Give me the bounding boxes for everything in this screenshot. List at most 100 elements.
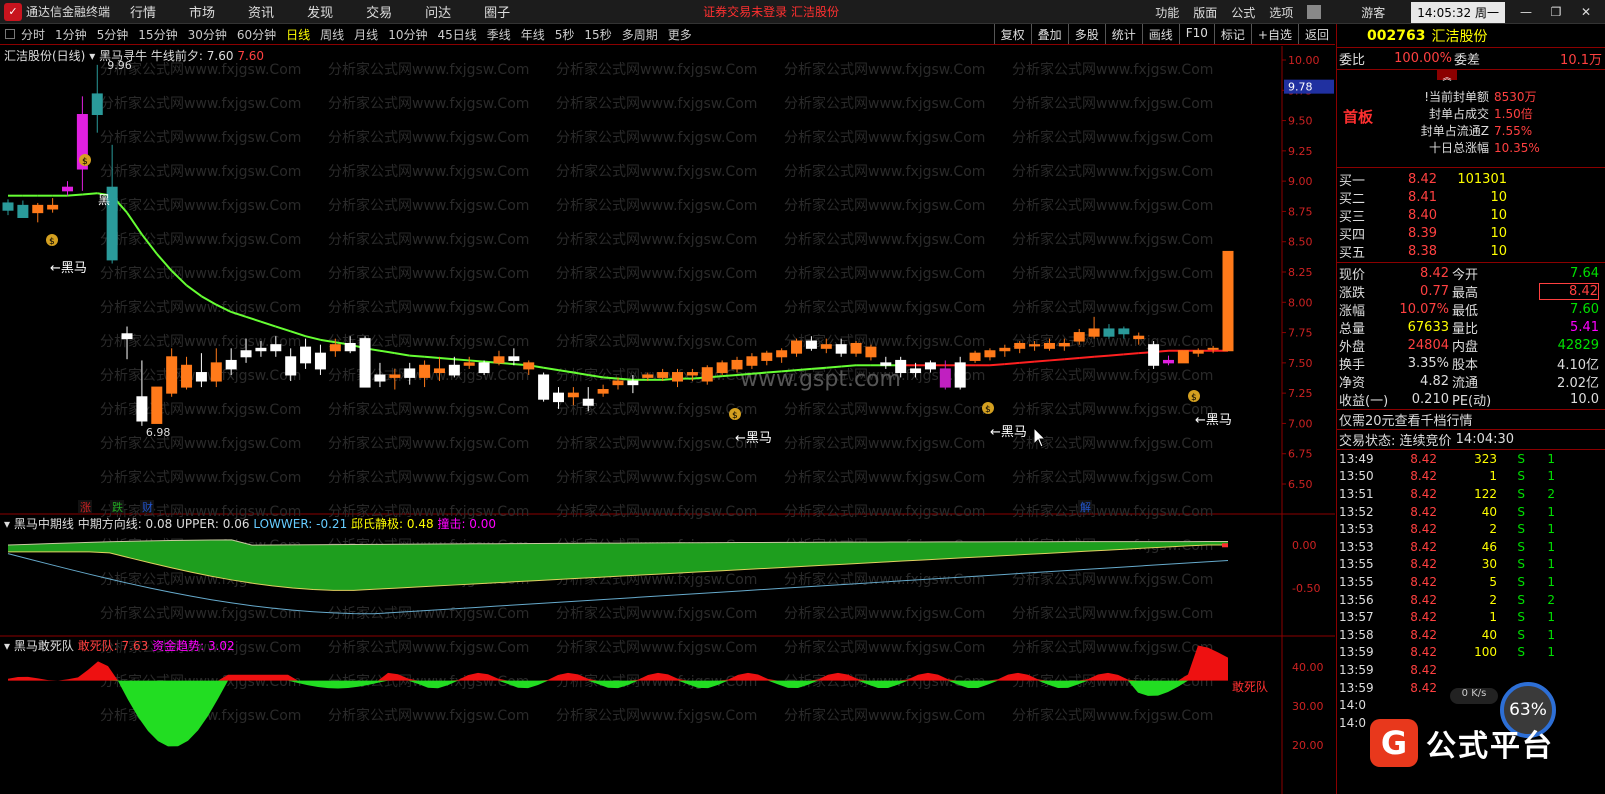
guest-label[interactable]: 游客 — [1361, 4, 1385, 21]
candle-body — [389, 374, 401, 378]
candle-body — [582, 398, 594, 406]
team-end-label: 敢死队 — [1232, 679, 1268, 694]
candle-body — [776, 350, 788, 358]
candle-body — [731, 359, 743, 370]
watermark-text: 分析家公式网www.fxjgsw.Com — [556, 163, 757, 180]
candle-body — [672, 372, 684, 382]
candle-body — [805, 340, 817, 349]
candle-body — [1207, 347, 1219, 350]
tick-price: 8.42 — [1410, 557, 1437, 572]
board-stat-label: 十日总涨幅 — [1428, 141, 1489, 155]
kline-chart-area[interactable]: 分析家公式网www.fxjgsw.Com 分析家公式网www.fxjgsw.Com… — [0, 24, 1335, 794]
watermark-text: 分析家公式网www.fxjgsw.Com — [784, 265, 985, 282]
indicator-name[interactable]: 黑马寻牛 — [99, 49, 147, 63]
bull-line-segment — [736, 372, 752, 376]
low-marker: 6.98 — [146, 426, 171, 439]
bid-row[interactable]: 买一 8.42 101301 — [1337, 170, 1605, 189]
menu-item[interactable]: 行情 — [130, 2, 156, 21]
wei-bi-value: 100.00% — [1394, 51, 1452, 66]
mid-panel-name[interactable]: 黑马中期线 — [14, 517, 74, 531]
watermark-text: 分析家公式网www.fxjgsw.Com — [784, 299, 985, 316]
bottom-panel-name[interactable]: 黑马敢死队 — [14, 639, 74, 653]
tick-count: 1 — [1547, 574, 1555, 589]
candle-body — [151, 386, 163, 424]
watermark-text: 分析家公式网www.fxjgsw.Com — [328, 129, 529, 146]
watermark-text: 分析家公式网www.fxjgsw.Com — [328, 469, 529, 486]
tick-row: 13:59 8.42 100 S 1 — [1337, 644, 1605, 662]
menu-options[interactable]: 选项 — [1269, 4, 1293, 21]
watermark-text: 分析家公式网www.fxjgsw.Com — [784, 61, 985, 78]
menu-function[interactable]: 功能 — [1155, 4, 1179, 21]
limit-up-info: ︽ 首板 !当前封单额 8530万 封单占成交 1.50倍 封单占流通Z 7.55% 十日总… — [1337, 70, 1605, 168]
tick-count: 1 — [1547, 469, 1555, 484]
promo-row[interactable]: 仅需20元查看千档行情 — [1337, 410, 1605, 430]
stat-label: 总量 — [1339, 321, 1366, 337]
dropdown-icon[interactable]: ▾ — [4, 517, 14, 531]
tick-row: 13:58 8.42 40 S 1 — [1337, 626, 1605, 644]
stat-row: 涨幅 10.07% 最低 7.60 — [1337, 300, 1605, 319]
menu-item[interactable]: 交易 — [366, 2, 392, 21]
tick-time: 13:58 — [1339, 627, 1374, 642]
user-icon[interactable] — [1307, 5, 1322, 19]
watermark-text: 分析家公式网www.fxjgsw.Com — [100, 129, 301, 146]
dropdown-icon[interactable]: ▾ — [4, 639, 14, 653]
bull-line-segment — [1064, 357, 1080, 361]
menu-item[interactable]: 问达 — [425, 2, 451, 21]
watermark-text: 分析家公式网www.fxjgsw.Com — [784, 129, 985, 146]
watermark-text: 分析家公式网www.fxjgsw.Com — [784, 639, 985, 656]
menu-item[interactable]: 市场 — [189, 2, 215, 21]
bid-row[interactable]: 买三 8.40 10 — [1337, 206, 1605, 225]
mid-qiu-label: 邱氏静极: 0.48 — [351, 517, 434, 531]
restore-icon[interactable]: ❐ — [1545, 5, 1567, 19]
event-tag: 解 — [1080, 500, 1091, 514]
bid-label: 买二 — [1339, 191, 1366, 207]
tick-row: 13:51 8.42 122 S 2 — [1337, 485, 1605, 503]
candle-body — [270, 344, 282, 352]
menu-item[interactable]: 圈子 — [484, 2, 510, 21]
stat-value: 67633 — [1407, 319, 1449, 335]
candle-body — [657, 372, 669, 378]
bid-volume: 10 — [1490, 243, 1507, 259]
watermark-text: 分析家公式网www.fxjgsw.Com — [1012, 707, 1213, 724]
tick-row: 13:55 8.42 5 S 1 — [1337, 573, 1605, 591]
minimize-icon[interactable]: — — [1515, 5, 1537, 19]
candle-body — [433, 368, 445, 374]
promo-text[interactable]: 仅需20元查看千档行情 — [1339, 410, 1473, 429]
bid-price: 8.41 — [1408, 189, 1437, 205]
tick-side: S — [1517, 486, 1525, 501]
login-notice[interactable]: 证券交易未登录 汇洁股份 — [703, 3, 839, 20]
menu-formula[interactable]: 公式 — [1231, 4, 1255, 21]
collapse-icon[interactable]: ︽ — [1437, 70, 1457, 83]
candle-body — [121, 333, 133, 340]
tick-time: 13:52 — [1339, 504, 1374, 519]
bid-row[interactable]: 买二 8.41 10 — [1337, 188, 1605, 207]
candle-body — [880, 362, 892, 366]
tick-side: S — [1517, 451, 1525, 466]
candle-body — [1058, 342, 1070, 347]
tick-side: S — [1517, 592, 1525, 607]
close-icon[interactable]: ✕ — [1575, 5, 1597, 19]
tick-count: 2 — [1547, 486, 1555, 501]
bull-line-segment — [82, 192, 98, 196]
bid-price: 8.38 — [1408, 243, 1437, 259]
watermark-text: 分析家公式网www.fxjgsw.Com — [784, 95, 985, 112]
menu-item[interactable]: 资讯 — [248, 2, 274, 21]
stat-label: 净资 — [1339, 375, 1366, 391]
watermark-text: 分析家公式网www.fxjgsw.Com — [1012, 469, 1213, 486]
tick-time: 13:50 — [1339, 469, 1374, 484]
bid-row[interactable]: 买四 8.39 10 — [1337, 224, 1605, 243]
stock-code: 002763 — [1367, 27, 1426, 44]
y-tick-label: 7.00 — [1288, 417, 1313, 430]
wei-cha-label: 委差 — [1454, 53, 1481, 68]
watermark-text: 分析家公式网www.fxjgsw.Com — [556, 265, 757, 282]
stat-row: 涨跌 0.77 最高 8.42 — [1337, 282, 1605, 301]
menu-layout[interactable]: 版面 — [1193, 4, 1217, 21]
candle-body — [329, 344, 341, 352]
trade-status-time: 14:04:30 — [1455, 432, 1515, 447]
candle-body — [686, 372, 698, 376]
bid-row[interactable]: 买五 8.38 10 — [1337, 242, 1605, 261]
stat-label: 涨跌 — [1339, 285, 1366, 301]
dropdown-icon[interactable]: ▾ — [89, 49, 95, 63]
menu-item[interactable]: 发现 — [307, 2, 333, 21]
tick-time: 13:59 — [1339, 680, 1374, 695]
